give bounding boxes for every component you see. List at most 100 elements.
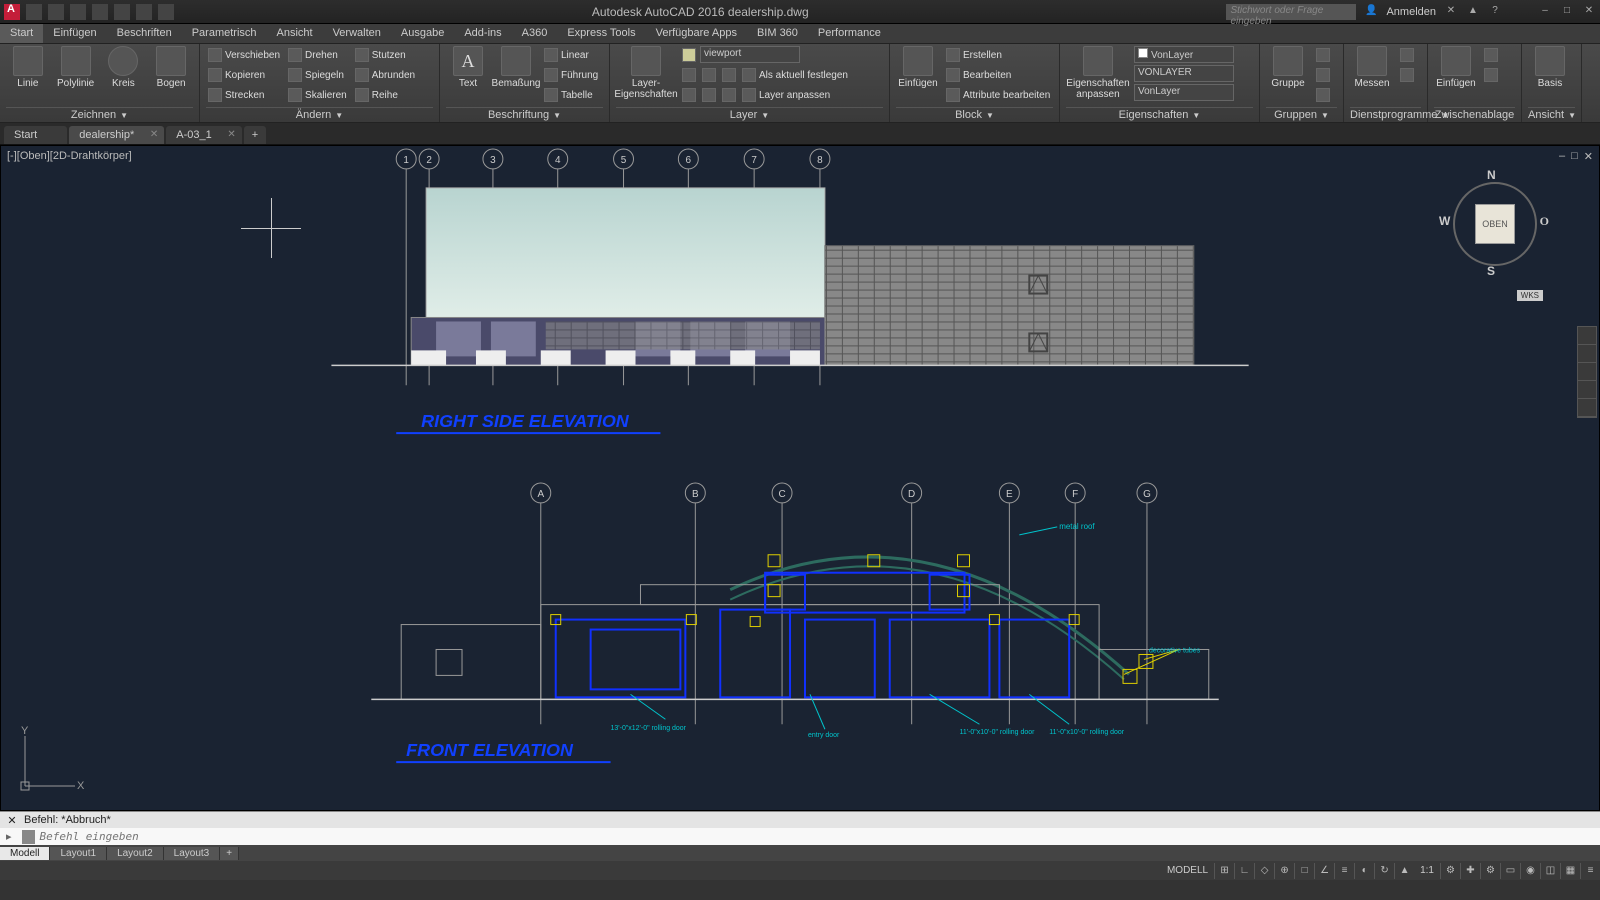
drawing-viewport[interactable]: [-][Oben][2D-Drahtkörper] – □ ✕ NSWO OBE…	[0, 145, 1600, 811]
layer-match-button[interactable]: Layer anpassen	[740, 86, 832, 104]
layer-lock-button[interactable]	[720, 66, 738, 84]
clean-icon[interactable]: ▦	[1560, 863, 1580, 879]
maximize-button[interactable]: □	[1560, 5, 1574, 19]
scale-button[interactable]: Skalieren	[286, 86, 349, 104]
close-tab-icon[interactable]: ✕	[227, 129, 235, 140]
exchange-icon[interactable]: ✕	[1444, 5, 1458, 19]
status-scale[interactable]: 1:1	[1414, 865, 1440, 876]
panel-annot-label[interactable]: Beschriftung	[488, 109, 549, 121]
arc-button[interactable]: Bogen	[149, 46, 193, 89]
qat-new-icon[interactable]	[26, 4, 42, 20]
layout-add-button[interactable]: +	[220, 847, 239, 860]
circle-button[interactable]: Kreis	[102, 46, 146, 89]
layout-3[interactable]: Layout3	[164, 847, 221, 860]
filetab-start[interactable]: Start	[4, 126, 67, 144]
insert-block-button[interactable]: Einfügen	[896, 46, 940, 89]
minimize-button[interactable]: –	[1538, 5, 1552, 19]
paste-button[interactable]: Einfügen	[1434, 46, 1478, 89]
filetab-a03[interactable]: A-03_1✕	[166, 126, 241, 144]
color-dropdown[interactable]: VonLayer	[1134, 46, 1234, 63]
ungroup-button[interactable]	[1314, 46, 1332, 64]
transparency-toggle-icon[interactable]: ◐	[1354, 863, 1374, 879]
move-button[interactable]: Verschieben	[206, 46, 282, 64]
tab-performance[interactable]: Performance	[808, 24, 891, 43]
layer-unlock-button[interactable]	[720, 86, 738, 104]
otrack-toggle-icon[interactable]: ∠	[1314, 863, 1334, 879]
qat-undo-icon[interactable]	[136, 4, 152, 20]
edit-block-button[interactable]: Bearbeiten	[944, 66, 1052, 84]
linetype-dropdown[interactable]: VonLayer	[1134, 84, 1234, 101]
lineweight-toggle-icon[interactable]: ≡	[1334, 863, 1354, 879]
qat-save-icon[interactable]	[70, 4, 86, 20]
tab-ansicht[interactable]: Ansicht	[267, 24, 323, 43]
signin-icon[interactable]: 👤	[1364, 5, 1378, 19]
cut-button[interactable]	[1482, 46, 1500, 64]
line-button[interactable]: Linie	[6, 46, 50, 89]
panel-draw-label[interactable]: Zeichnen	[71, 109, 116, 121]
annoscale-icon[interactable]: ▲	[1394, 863, 1414, 879]
util1-button[interactable]	[1398, 46, 1416, 64]
layout-1[interactable]: Layout1	[50, 847, 107, 860]
tab-beschriften[interactable]: Beschriften	[107, 24, 182, 43]
layer-properties-button[interactable]: Layer- Eigenschaften	[616, 46, 676, 100]
qat-open-icon[interactable]	[48, 4, 64, 20]
panel-view-label[interactable]: Ansicht	[1528, 109, 1564, 121]
tab-a360[interactable]: A360	[512, 24, 558, 43]
copy-button[interactable]: Kopieren	[206, 66, 282, 84]
panel-groups-label[interactable]: Gruppen	[1274, 109, 1317, 121]
qat-saveas-icon[interactable]	[92, 4, 108, 20]
tab-verwalten[interactable]: Verwalten	[323, 24, 391, 43]
cmd-expand-icon[interactable]: ▸	[6, 830, 18, 843]
ortho-toggle-icon[interactable]: ◇	[1254, 863, 1274, 879]
filetab-add-button[interactable]: +	[244, 126, 266, 144]
panel-utils-label[interactable]: Dienstprogramme	[1350, 109, 1437, 121]
layer-off-button[interactable]	[680, 46, 698, 64]
trim-button[interactable]: Stutzen	[353, 46, 417, 64]
panel-layers-label[interactable]: Layer	[730, 109, 758, 121]
tab-addins[interactable]: Add-ins	[454, 24, 511, 43]
cmd-close-icon[interactable]: ✕	[6, 814, 18, 827]
base-view-button[interactable]: Basis	[1528, 46, 1572, 89]
annovis-icon[interactable]: ✚	[1460, 863, 1480, 879]
table-button[interactable]: Tabelle	[542, 86, 600, 104]
layout-2[interactable]: Layout2	[107, 847, 164, 860]
linear-button[interactable]: Linear	[542, 46, 600, 64]
signin-label[interactable]: Anmelden	[1386, 6, 1436, 18]
util2-button[interactable]	[1398, 66, 1416, 84]
measure-button[interactable]: Messen	[1350, 46, 1394, 89]
qat-redo-icon[interactable]	[158, 4, 174, 20]
layer-on-button[interactable]	[680, 86, 698, 104]
tab-ausgabe[interactable]: Ausgabe	[391, 24, 454, 43]
panel-block-label[interactable]: Block	[955, 109, 982, 121]
layer-iso-button[interactable]	[680, 66, 698, 84]
panel-props-label[interactable]: Eigenschaften	[1119, 109, 1189, 121]
osnap-toggle-icon[interactable]: □	[1294, 863, 1314, 879]
isolate-icon[interactable]: ◫	[1540, 863, 1560, 879]
qat-plot-icon[interactable]	[114, 4, 130, 20]
tab-express[interactable]: Express Tools	[557, 24, 645, 43]
layout-model[interactable]: Modell	[0, 847, 50, 860]
help-icon[interactable]: ?	[1488, 5, 1502, 19]
panel-modify-label[interactable]: Ändern	[296, 109, 331, 121]
array-button[interactable]: Reihe	[353, 86, 417, 104]
rotate-button[interactable]: Drehen	[286, 46, 349, 64]
grid-toggle-icon[interactable]: ⊞	[1214, 863, 1234, 879]
dimension-button[interactable]: Bemaßung	[494, 46, 538, 89]
copy2-button[interactable]	[1482, 66, 1500, 84]
lineweight-dropdown[interactable]: VONLAYER	[1134, 65, 1234, 82]
command-input[interactable]	[39, 830, 1594, 843]
create-block-button[interactable]: Erstellen	[944, 46, 1052, 64]
stretch-button[interactable]: Strecken	[206, 86, 282, 104]
close-button[interactable]: ✕	[1582, 5, 1596, 19]
close-tab-icon[interactable]: ✕	[150, 129, 158, 140]
snap-toggle-icon[interactable]: ∟	[1234, 863, 1254, 879]
cycling-toggle-icon[interactable]: ↻	[1374, 863, 1394, 879]
layer-dropdown[interactable]: viewport	[700, 46, 800, 63]
app-logo[interactable]	[4, 4, 20, 20]
layer-thaw-button[interactable]	[700, 86, 718, 104]
match-props-button[interactable]: Eigenschaften anpassen	[1066, 46, 1130, 100]
tab-start[interactable]: Start	[0, 24, 43, 43]
edit-attr-button[interactable]: Attribute bearbeiten	[944, 86, 1052, 104]
text-button[interactable]: AText	[446, 46, 490, 89]
tab-parametrisch[interactable]: Parametrisch	[182, 24, 267, 43]
